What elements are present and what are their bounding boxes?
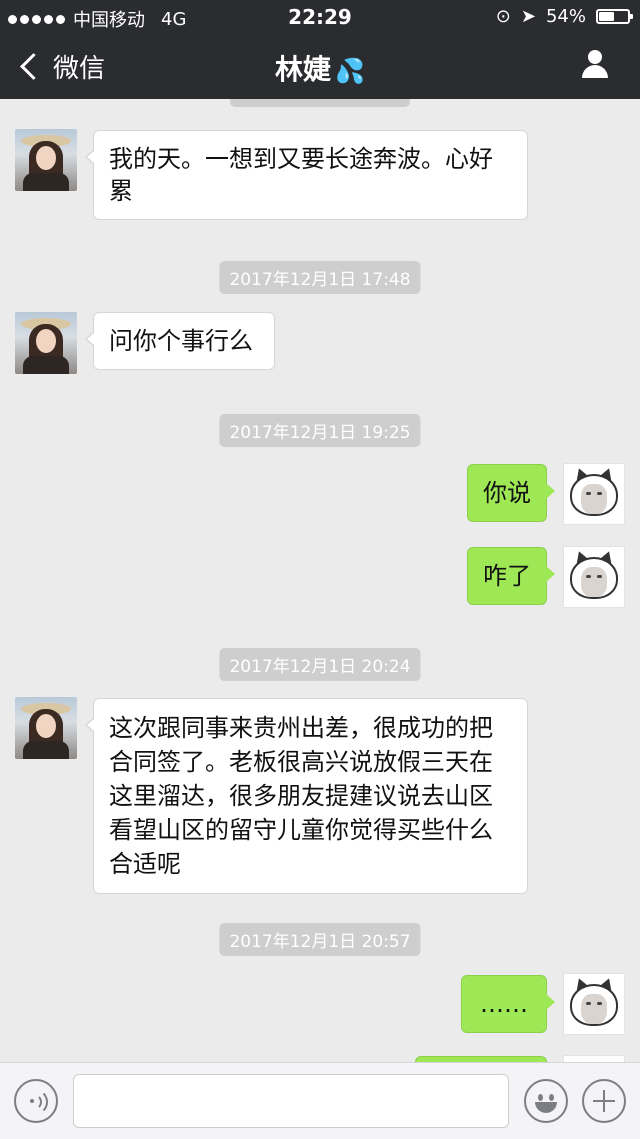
sweat-drops-emoji: 💦: [335, 57, 365, 85]
top-bar: 中国移动 4G 22:29 ⊙ ➤ 54% 微信 林婕 💦: [0, 0, 640, 99]
status-bar: 中国移动 4G 22:29 ⊙ ➤ 54%: [0, 0, 640, 34]
contact-avatar[interactable]: [15, 697, 77, 759]
contact-avatar[interactable]: [15, 129, 77, 191]
plus-icon[interactable]: [582, 1079, 626, 1123]
incoming-message[interactable]: 我的天。一想到又要长途奔波。心好累: [85, 130, 528, 220]
outgoing-message[interactable]: ……: [461, 975, 555, 1033]
contact-avatar[interactable]: [15, 312, 77, 374]
timestamp: 2017年12月1日 20:24: [219, 648, 421, 681]
outgoing-message[interactable]: 咋了: [467, 547, 555, 605]
rotation-lock-icon: ⊙: [495, 6, 511, 27]
timestamp: 2017年12月1日 20:57: [219, 923, 421, 956]
battery-icon: [596, 9, 633, 24]
outgoing-message[interactable]: 你说: [467, 464, 555, 522]
message-input[interactable]: [73, 1074, 509, 1128]
status-right: ⊙ ➤ 54%: [495, 6, 633, 27]
person-icon[interactable]: [580, 50, 610, 80]
input-bar: [0, 1062, 640, 1139]
user-avatar[interactable]: [563, 463, 625, 525]
user-avatar[interactable]: [563, 973, 625, 1035]
nav-bar: 微信 林婕 💦: [0, 40, 640, 96]
contact-name: 林婕: [275, 53, 332, 86]
chat-area[interactable]: 我的天。一想到又要长途奔波。心好累 2017年12月1日 17:48 问你个事行…: [0, 99, 640, 1062]
timestamp-pill-partial: [230, 99, 410, 107]
user-avatar[interactable]: [563, 1055, 625, 1062]
incoming-message[interactable]: 这次跟同事来贵州出差，很成功的把合同签了。老板很高兴说放假三天在这里溜达，很多朋…: [85, 698, 528, 894]
timestamp: 2017年12月1日 19:25: [219, 414, 421, 447]
user-avatar[interactable]: [563, 546, 625, 608]
emoji-icon[interactable]: [524, 1079, 568, 1123]
voice-icon[interactable]: [14, 1079, 58, 1123]
battery-label: 54%: [545, 6, 586, 27]
chat-title: 林婕 💦: [0, 48, 640, 88]
location-icon: ➤: [520, 6, 536, 27]
timestamp: 2017年12月1日 17:48: [219, 261, 421, 294]
incoming-message[interactable]: 问你个事行么: [85, 312, 275, 370]
